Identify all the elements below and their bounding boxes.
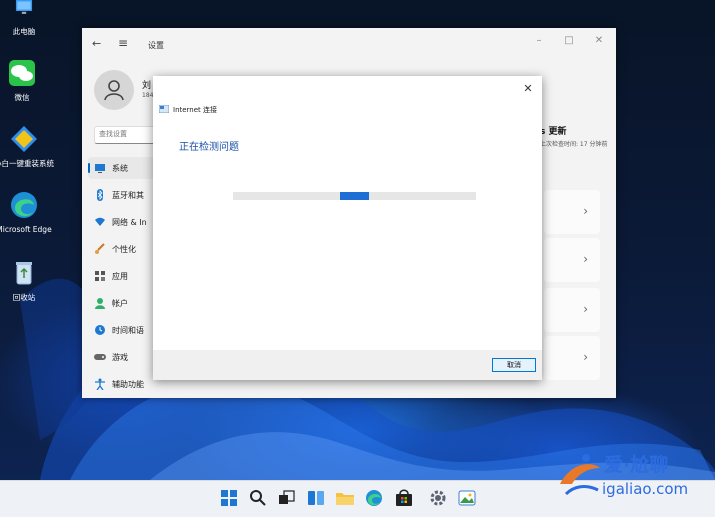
desktop-icon-xiaobai[interactable]: 小白一键重装系统 <box>0 124 54 169</box>
search-icon[interactable] <box>247 487 269 509</box>
start-icon[interactable] <box>218 487 240 509</box>
chevron-right-icon: › <box>583 350 588 364</box>
detecting-problems-heading: 正在检测问题 <box>179 142 239 153</box>
nav-label: 系统 <box>112 164 128 173</box>
nav-item-bluetooth[interactable]: 蓝牙和其 <box>88 184 154 206</box>
widgets-icon[interactable] <box>305 487 327 509</box>
monitor-icon <box>95 164 105 173</box>
nav-label: 个性化 <box>112 245 136 254</box>
recycle-bin-icon <box>16 262 32 285</box>
nav-item-gaming[interactable]: 游戏 <box>88 346 154 368</box>
window-title: 设置 <box>148 41 164 50</box>
nav-label: 辅助功能 <box>112 380 144 389</box>
desktop-icon-recycle-bin[interactable]: 回收站 <box>0 258 54 303</box>
avatar[interactable] <box>94 70 134 110</box>
watermark: 爱·尬聊 igaliao.com <box>556 450 711 500</box>
settings-card[interactable]: › <box>544 288 600 332</box>
maximize-icon[interactable]: □ <box>560 35 578 46</box>
watermark-url: igaliao.com <box>602 480 689 498</box>
cancel-button[interactable]: 取消 <box>492 358 536 372</box>
settings-card[interactable]: › <box>544 336 600 380</box>
desktop-icon-label: 小白一键重装系统 <box>0 159 54 168</box>
accessibility-icon <box>95 378 105 390</box>
watermark-brand: 爱·尬聊 <box>604 454 669 476</box>
nav-item-apps[interactable]: 应用 <box>88 265 154 287</box>
nav-item-personalization[interactable]: 个性化 <box>88 238 154 260</box>
settings-card[interactable]: › <box>544 190 600 234</box>
hamburger-menu-icon[interactable]: ≡ <box>118 36 128 50</box>
wechat-icon <box>9 60 35 86</box>
store-icon[interactable] <box>393 487 415 509</box>
globe-clock-icon <box>95 325 105 335</box>
chevron-right-icon: › <box>583 252 588 266</box>
back-arrow-icon[interactable]: ← <box>92 37 101 50</box>
user-name: 刘 <box>142 81 152 91</box>
brush-icon <box>95 243 105 254</box>
wifi-icon <box>95 217 105 226</box>
xiaobai-reinstall-icon <box>11 126 37 152</box>
photos-icon[interactable] <box>456 487 478 509</box>
desktop-icon-edge[interactable]: Microsoft Edge <box>0 190 54 235</box>
user-icon <box>104 80 124 101</box>
nav-label: 帐户 <box>112 299 128 308</box>
watermark-logo-icon <box>560 454 600 496</box>
nav-label: 网络 & In <box>112 218 147 227</box>
desktop-icon-label: Microsoft Edge <box>0 225 52 234</box>
gamepad-icon <box>94 354 106 360</box>
active-indicator <box>88 163 90 173</box>
chevron-right-icon: › <box>583 302 588 316</box>
nav-item-system[interactable]: 系统 <box>88 157 154 179</box>
desktop-icon-label: 微信 <box>14 93 30 102</box>
nav-label: 游戏 <box>112 353 128 362</box>
progress-fill <box>340 192 369 200</box>
nav-label: 应用 <box>112 272 128 281</box>
desktop-icon-wechat[interactable]: 微信 <box>0 58 52 103</box>
settings-gear-icon[interactable] <box>427 487 449 509</box>
nav-label: 蓝牙和其 <box>112 191 144 200</box>
apps-icon <box>95 271 105 281</box>
task-view-icon[interactable] <box>276 487 298 509</box>
bluetooth-icon <box>97 189 103 201</box>
internet-connection-dialog: Internet 连接 ✕ 正在检测问题 取消 <box>153 76 542 380</box>
network-window-icon <box>159 105 169 113</box>
windows-update-subtitle: 上次检查时间: 17 分钟前 <box>540 141 608 148</box>
desktop-icon-this-pc[interactable]: 此电脑 <box>0 0 54 37</box>
dialog-footer: 取消 <box>153 350 542 380</box>
settings-card[interactable]: › <box>544 238 600 282</box>
windows-update-title: s 更新 <box>540 127 567 137</box>
settings-title-bar: ← ≡ 设置 – □ ✕ <box>82 28 616 58</box>
nav-item-accounts[interactable]: 帐户 <box>88 292 154 314</box>
minimize-icon[interactable]: – <box>530 35 548 46</box>
close-icon[interactable]: ✕ <box>590 35 608 46</box>
nav-label: 时间和语 <box>112 326 144 335</box>
nav-item-network[interactable]: 网络 & In <box>88 211 154 233</box>
progress-bar <box>233 192 476 200</box>
nav-item-accessibility[interactable]: 辅助功能 <box>88 373 154 395</box>
edge-icon <box>11 192 37 218</box>
nav-item-time-language[interactable]: 时间和语 <box>88 319 154 341</box>
close-icon[interactable]: ✕ <box>520 81 536 97</box>
edge-icon[interactable] <box>363 487 385 509</box>
file-explorer-icon[interactable] <box>334 487 356 509</box>
user-account: 184 <box>142 92 154 99</box>
person-icon <box>95 298 105 309</box>
chevron-right-icon: › <box>583 204 588 218</box>
dialog-title: Internet 连接 <box>173 106 218 114</box>
desktop-icon-label: 此电脑 <box>12 27 36 36</box>
computer-icon <box>15 0 33 14</box>
desktop-icon-label: 回收站 <box>12 293 36 302</box>
